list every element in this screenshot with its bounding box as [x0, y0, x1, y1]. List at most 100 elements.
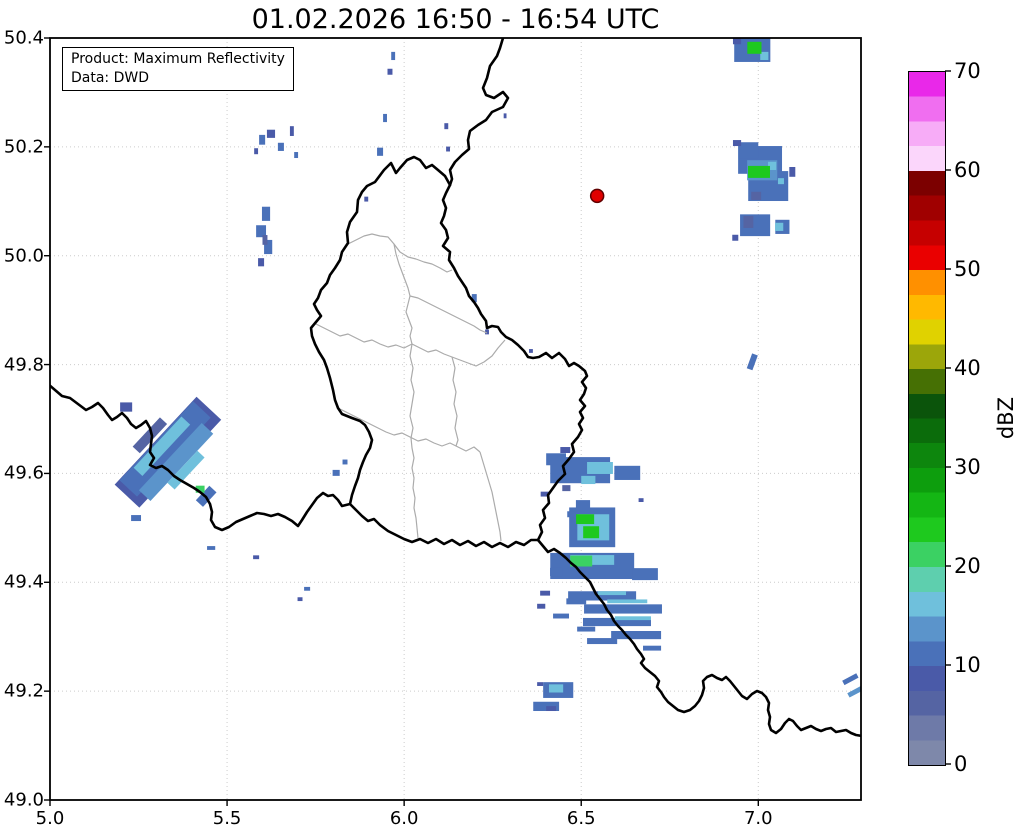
radar-echo	[777, 178, 784, 185]
radar-echo	[732, 38, 742, 45]
radar-echo	[261, 206, 271, 221]
radar-echo	[528, 349, 533, 353]
colorbar-tick-label: 10	[954, 653, 981, 677]
radar-echo	[391, 51, 396, 61]
radar-echo	[553, 613, 570, 619]
colorbar-tick-label: 20	[954, 554, 981, 578]
radar-echo	[643, 645, 662, 651]
radar-echo	[577, 626, 596, 632]
radar-echo	[550, 567, 563, 577]
radar-echo	[575, 500, 591, 510]
radar-echo	[576, 514, 595, 525]
station-marker	[589, 188, 605, 204]
radar-echo	[297, 597, 303, 602]
radar-echo	[567, 511, 576, 518]
y-tick-label: 49.4	[3, 571, 44, 593]
radar-echo	[743, 215, 754, 228]
y-tick-label: 50.2	[3, 136, 44, 158]
radar-echo	[732, 234, 739, 241]
canton-border	[393, 243, 413, 345]
radar-echo	[446, 146, 451, 152]
country-borders	[50, 38, 861, 738]
radar-echo	[387, 68, 393, 75]
radar-echo	[537, 682, 544, 686]
radar-echo	[120, 402, 133, 412]
radar-echo	[207, 546, 216, 550]
border-belgium-germany	[448, 38, 510, 187]
radar-echo	[738, 142, 759, 159]
colorbar-tick-label: 50	[954, 257, 981, 281]
radar-echo	[262, 235, 268, 245]
radar-echo	[775, 222, 784, 231]
y-tick-label: 49.2	[3, 680, 44, 702]
colorbar	[908, 71, 946, 766]
radar-echo	[614, 465, 641, 480]
radar-echo	[332, 469, 340, 476]
radar-echo	[614, 616, 651, 621]
x-tick-label: 7.0	[743, 808, 773, 829]
radar-echo	[444, 123, 449, 130]
colorbar-tick-label: 60	[954, 158, 981, 182]
radar-echo	[611, 630, 662, 640]
radar-echo	[598, 591, 627, 596]
radar-echo	[732, 140, 742, 147]
colorbar-tick-label: 40	[954, 356, 981, 380]
x-tick-label: 5.0	[35, 808, 65, 829]
radar-echo	[607, 599, 648, 604]
radar-echo	[789, 166, 796, 177]
colorbar-tick-label: 70	[954, 59, 981, 83]
radar-echo	[748, 165, 770, 178]
radar-echo	[747, 41, 762, 54]
radar-echo	[638, 498, 644, 503]
colorbar-tick-label: 30	[954, 455, 981, 479]
radar-echo	[254, 148, 259, 155]
radar-echo	[751, 191, 762, 200]
radar-echo	[560, 447, 571, 454]
radar-echo	[587, 461, 613, 474]
canton-border	[451, 356, 459, 447]
canton-border	[479, 451, 502, 542]
radar-echo	[842, 673, 859, 686]
colorbar-axis-label: dBZ	[994, 396, 1018, 439]
radar-echo	[342, 459, 348, 465]
radar-echo	[584, 604, 662, 614]
radar-echo	[548, 684, 564, 693]
radar-echo	[562, 485, 571, 492]
radar-echo	[294, 152, 299, 159]
admin-borders	[315, 233, 506, 542]
y-tick-label: 50.4	[3, 27, 44, 49]
canton-border	[337, 407, 481, 453]
y-tick-label: 49.0	[3, 789, 44, 811]
border-luxembourg	[309, 155, 589, 549]
radar-echo	[259, 134, 266, 145]
x-tick-label: 6.0	[389, 808, 419, 829]
radar-echo	[289, 126, 294, 136]
radar-echo	[581, 475, 596, 485]
y-tick-label: 49.8	[3, 354, 44, 376]
colorbar-tick-label: 0	[954, 752, 968, 776]
radar-echo	[632, 568, 658, 581]
x-tick-label: 6.5	[566, 808, 596, 829]
radar-echo	[540, 590, 551, 596]
radar-echo	[583, 526, 600, 539]
radar-echo	[266, 129, 276, 138]
x-tick-label: 5.5	[212, 808, 242, 829]
radar-echo	[746, 353, 758, 371]
y-tick-label: 49.6	[3, 462, 44, 484]
radar-echo	[364, 196, 369, 202]
radar-echo	[503, 113, 507, 119]
radar-echo	[537, 603, 546, 609]
radar-echo	[258, 258, 265, 267]
radar-echo	[377, 147, 384, 156]
product-info-box: Product: Maximum Reflectivity Data: DWD	[62, 47, 294, 92]
radar-echo	[566, 598, 587, 605]
radar-echo	[304, 586, 311, 591]
data-source-line: Data: DWD	[71, 69, 149, 86]
radar-echo	[546, 706, 557, 712]
radar-echo	[383, 113, 387, 123]
radar-echo	[131, 515, 142, 522]
radar-echo	[253, 555, 260, 560]
radar-echo	[277, 142, 284, 151]
product-line: Product: Maximum Reflectivity	[71, 51, 285, 67]
radar-echo	[587, 638, 618, 645]
